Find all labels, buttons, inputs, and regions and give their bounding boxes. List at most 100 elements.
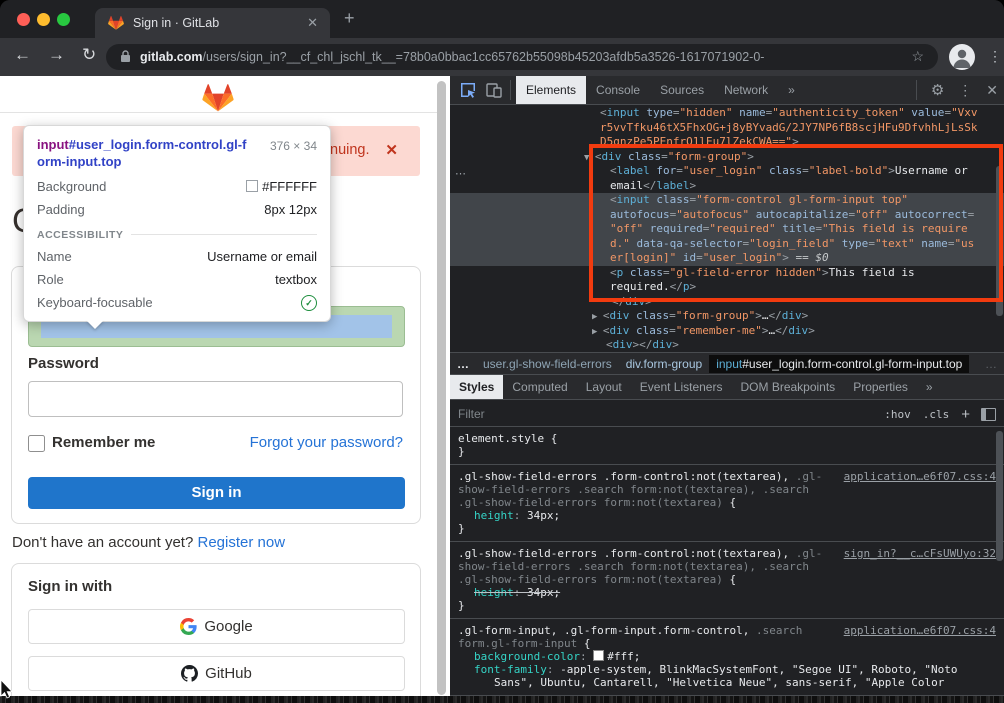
gutter-dots-icon: ⋯ xyxy=(455,167,467,180)
styles-tab-styles[interactable]: Styles xyxy=(450,375,503,399)
tooltip-focusable-label: Keyboard-focusable xyxy=(37,295,153,311)
devtools-menu-icon[interactable]: ⋮ xyxy=(958,82,972,99)
person-icon xyxy=(949,44,975,70)
devtools-panel: ElementsConsoleSourcesNetwork» ⚙ ⋮ ✕ <in… xyxy=(450,76,1004,703)
styles-tab-overflow[interactable]: » xyxy=(917,375,942,399)
url-host: gitlab.com xyxy=(140,50,203,64)
css-property[interactable]: height: 34px; xyxy=(458,586,996,599)
styles-tab-bar: StylesComputedLayoutEvent ListenersDOM B… xyxy=(450,374,1004,400)
reload-button[interactable]: ↻ xyxy=(82,45,96,65)
devtools-code-line[interactable]: <div></div> xyxy=(450,338,1004,352)
styles-filter-bar: Filter :hov .cls + xyxy=(450,401,1004,427)
dock-side-icon[interactable] xyxy=(981,408,996,421)
devtools-tab-sources[interactable]: Sources xyxy=(650,76,714,104)
tab-title: Sign in · GitLab xyxy=(133,16,219,30)
devtools-code-line[interactable]: ▶ <div class="form-group">…</div> xyxy=(450,309,1004,324)
tooltip-background-label: Background xyxy=(37,179,106,194)
browser-menu-icon[interactable]: ⋮ xyxy=(988,48,1002,65)
css-source-link[interactable]: sign_in?__c…cFsUWUyo:32 xyxy=(844,547,996,560)
tab-strip: Sign in · GitLab ✕ + xyxy=(0,0,1004,38)
tooltip-padding-value: 8px 12px xyxy=(264,202,317,217)
tooltip-padding-label: Padding xyxy=(37,202,85,217)
sign-in-with-heading: Sign in with xyxy=(28,578,112,595)
css-property[interactable]: height: 34px; xyxy=(458,509,996,522)
browser-toolbar: ← → ↻ gitlab.com/users/sign_in?__cf_chl_… xyxy=(0,38,1004,76)
css-rule[interactable]: element.style {} xyxy=(450,427,1004,465)
address-bar[interactable]: gitlab.com/users/sign_in?__cf_chl_jschl_… xyxy=(106,44,938,70)
css-source-link[interactable]: application…e6f07.css:4 xyxy=(844,470,996,483)
css-source-link[interactable]: application…e6f07.css:4 xyxy=(844,624,996,637)
css-property[interactable]: font-family: -apple-system, BlinkMacSyst… xyxy=(458,663,996,676)
tooltip-selector-tag: input xyxy=(37,137,69,152)
styles-tab-layout[interactable]: Layout xyxy=(577,375,631,399)
css-rule[interactable]: application…e6f07.css:4.gl-show-field-er… xyxy=(450,465,1004,542)
alert-close-icon[interactable]: ✕ xyxy=(385,141,398,159)
forward-button[interactable]: → xyxy=(48,45,65,65)
devtools-code-line[interactable]: <input type="hidden" name="authenticity_… xyxy=(450,106,1004,121)
tab-close-icon[interactable]: ✕ xyxy=(307,15,318,31)
tooltip-name-value: Username or email xyxy=(207,249,317,264)
profile-avatar[interactable] xyxy=(949,44,975,70)
remember-me-label: Remember me xyxy=(52,434,155,451)
css-rule[interactable]: application…e6f07.css:4.gl-form-input, .… xyxy=(450,619,1004,696)
tooltip-dimensions: 376 × 34 xyxy=(270,137,317,171)
breadcrumb-item[interactable]: … xyxy=(978,355,1004,373)
color-swatch-icon[interactable] xyxy=(593,650,604,661)
breadcrumb-item[interactable]: user.gl-show-field-errors xyxy=(476,355,619,373)
bookmark-star-icon[interactable]: ☆ xyxy=(911,48,924,65)
css-property[interactable]: background-color: #fff; xyxy=(458,650,996,663)
devtools-close-icon[interactable]: ✕ xyxy=(986,82,998,99)
remember-me-checkbox[interactable] xyxy=(28,435,45,452)
browser-window: Sign in · GitLab ✕ + ← → ↻ gitlab.com/us… xyxy=(0,0,1004,703)
devtools-tab-[interactable]: » xyxy=(778,76,805,104)
browser-tab[interactable]: Sign in · GitLab ✕ xyxy=(95,8,330,38)
toggle-hover-state-button[interactable]: :hov xyxy=(884,408,911,421)
styles-tab-computed[interactable]: Computed xyxy=(503,375,576,399)
styles-tab-dombreakpoints[interactable]: DOM Breakpoints xyxy=(731,375,844,399)
breadcrumb-item[interactable]: div.form-group xyxy=(619,355,709,373)
breadcrumb: …user.gl-show-field-errorsdiv.form-group… xyxy=(450,352,1004,375)
register-text: Don't have an account yet? xyxy=(12,534,198,551)
github-signin-button[interactable]: GitHub xyxy=(28,656,405,691)
toolbar-divider xyxy=(510,80,511,100)
github-icon xyxy=(181,665,198,682)
password-input[interactable] xyxy=(28,381,403,417)
url-path: /users/sign_in?__cf_chl_jschl_tk__=78b0a… xyxy=(203,50,765,64)
breadcrumb-item[interactable]: input#user_login.form-control.gl-form-in… xyxy=(709,355,969,373)
new-style-rule-button[interactable]: + xyxy=(961,406,970,423)
styles-tab-properties[interactable]: Properties xyxy=(844,375,917,399)
tooltip-role-value: textbox xyxy=(275,272,317,287)
inspect-element-icon[interactable] xyxy=(460,82,476,98)
devtools-toolbar: ElementsConsoleSourcesNetwork» ⚙ ⋮ ✕ xyxy=(450,76,1004,105)
device-toolbar-icon[interactable] xyxy=(486,82,502,98)
mouse-cursor-icon xyxy=(0,680,16,700)
macos-minimize-button[interactable] xyxy=(37,13,50,26)
google-icon xyxy=(180,618,197,635)
styles-tab-eventlisteners[interactable]: Event Listeners xyxy=(631,375,732,399)
password-label: Password xyxy=(28,355,99,372)
gitlab-logo-icon xyxy=(201,83,235,113)
back-button[interactable]: ← xyxy=(14,45,31,65)
google-signin-button[interactable]: Google xyxy=(28,609,405,644)
macos-zoom-button[interactable] xyxy=(57,13,70,26)
css-rule[interactable]: sign_in?__c…cFsUWUyo:32.gl-show-field-er… xyxy=(450,542,1004,619)
devtools-settings-icon[interactable]: ⚙ xyxy=(931,81,944,99)
tooltip-selector-rest: #user_login.form-control.gl-form-input.t… xyxy=(37,137,246,169)
macos-close-button[interactable] xyxy=(17,13,30,26)
filter-input[interactable]: Filter xyxy=(458,407,485,421)
url-text: gitlab.com/users/sign_in?__cf_chl_jschl_… xyxy=(140,50,910,64)
alert-text: nuing. xyxy=(330,142,370,158)
breadcrumb-item[interactable]: … xyxy=(450,355,476,373)
register-now-link[interactable]: Register now xyxy=(198,534,286,551)
page-scrollbar[interactable] xyxy=(437,81,446,695)
devtools-tab-elements[interactable]: Elements xyxy=(516,76,586,104)
devtools-code-line[interactable]: r5vvTfku46tX5FhxOG+j8yBYvadG/2JY7NP6fB8s… xyxy=(450,121,1004,136)
toggle-class-button[interactable]: .cls xyxy=(923,408,950,421)
forgot-password-link[interactable]: Forgot your password? xyxy=(250,434,403,451)
sign-in-button[interactable]: Sign in xyxy=(28,477,405,509)
styles-scrollbar[interactable] xyxy=(996,431,1003,561)
devtools-code-line[interactable]: ▶ <div class="remember-me">…</div> xyxy=(450,324,1004,339)
devtools-tab-console[interactable]: Console xyxy=(586,76,650,104)
devtools-tab-network[interactable]: Network xyxy=(714,76,778,104)
new-tab-button[interactable]: + xyxy=(344,9,355,27)
